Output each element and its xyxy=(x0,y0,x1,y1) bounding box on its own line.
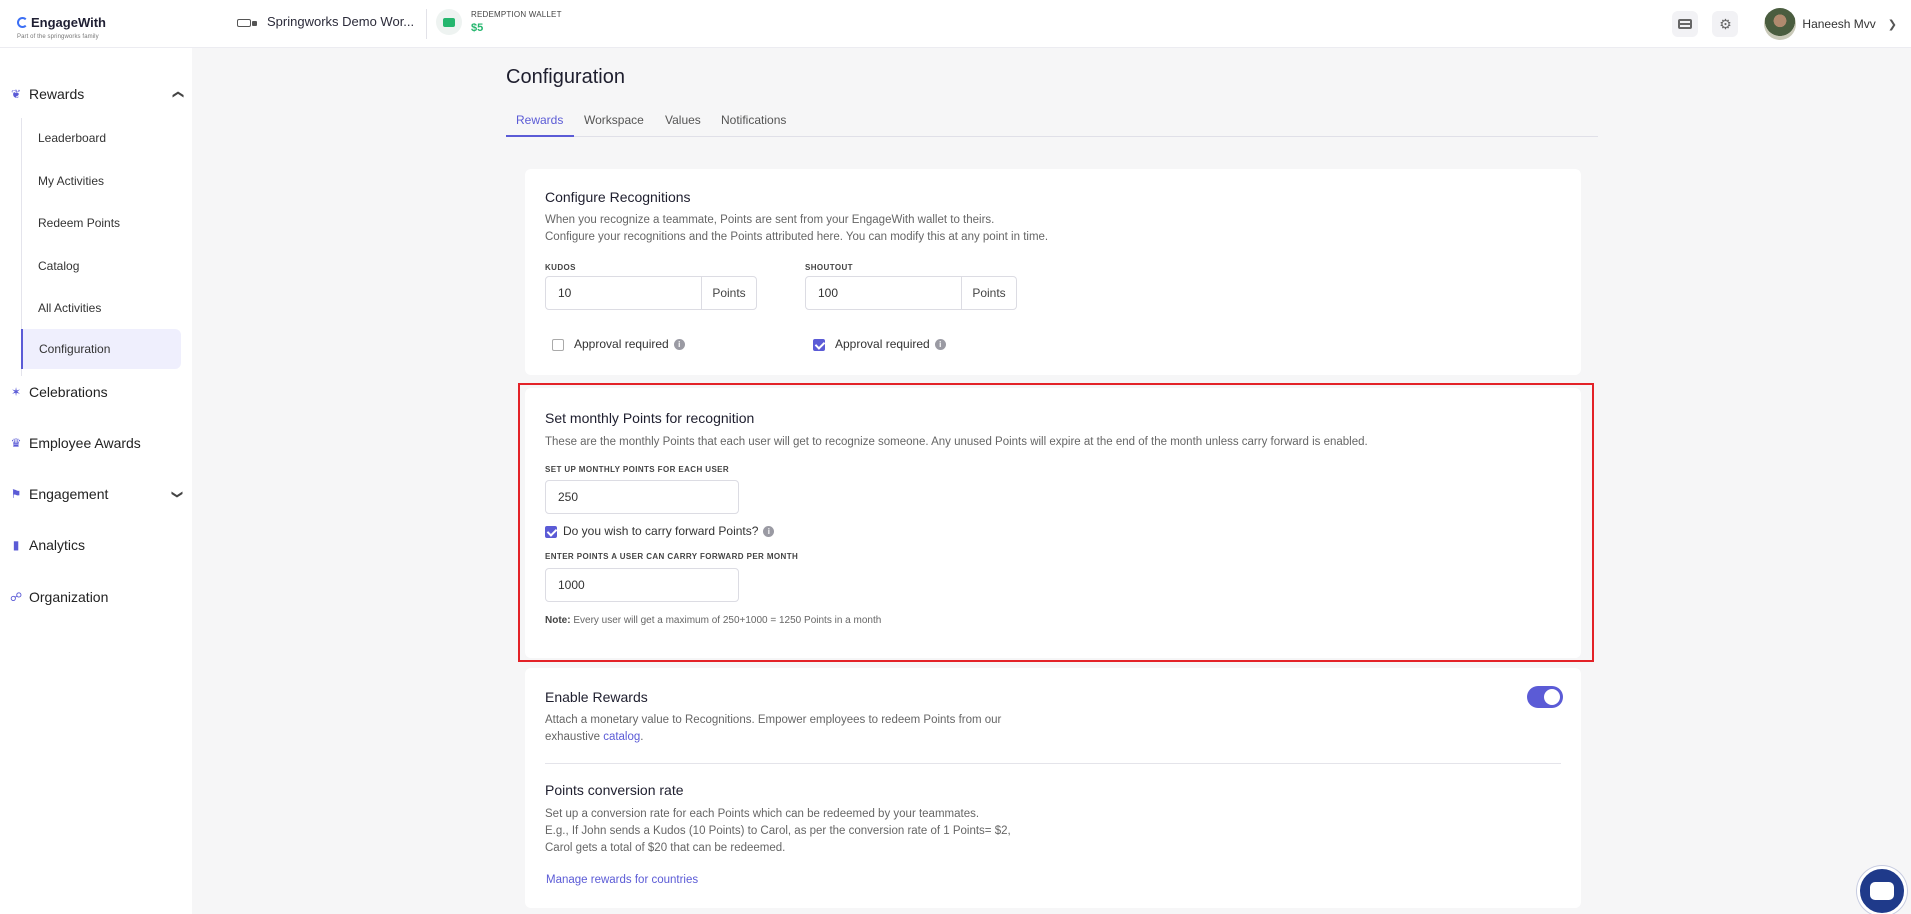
chat-support-button[interactable] xyxy=(1857,866,1907,914)
credit-card-icon xyxy=(1678,19,1693,29)
brand-tagline: Part of the springworks family xyxy=(17,34,99,40)
enable-rewards-card: Enable Rewards Attach a monetary value t… xyxy=(525,668,1581,908)
sidebar-item-catalog[interactable]: Catalog xyxy=(22,246,182,286)
shoutout-value: 100 xyxy=(818,286,839,300)
chevron-up-icon: ❯ xyxy=(171,89,184,99)
info-icon[interactable]: i xyxy=(934,338,946,350)
shoutout-label: SHOUTOUT xyxy=(805,263,853,272)
sidebar-item-celebrations[interactable]: ✶ Celebrations xyxy=(10,384,182,400)
recognitions-desc-1: When you recognize a teammate, Points ar… xyxy=(545,214,995,226)
info-icon[interactable]: i xyxy=(673,338,685,350)
manage-rewards-link[interactable]: Manage rewards for countries xyxy=(546,872,698,889)
sidebar-item-engagement[interactable]: ⚑ Engagement ❯ xyxy=(10,486,183,502)
wallet-icon xyxy=(436,9,462,35)
sidebar-item-my-activities[interactable]: My Activities xyxy=(22,161,182,201)
medal-icon: ❦ xyxy=(10,87,22,101)
billing-card-button[interactable] xyxy=(1672,11,1699,37)
sidebar-item-label: Rewards xyxy=(29,86,85,102)
engagement-icon: ⚑ xyxy=(10,487,22,501)
kudos-unit: Points xyxy=(701,277,756,309)
page-title: Configuration xyxy=(506,66,625,88)
sidebar-item-label: Employee Awards xyxy=(29,435,141,451)
enable-rewards-title: Enable Rewards xyxy=(545,689,648,705)
sidebar-item-rewards[interactable]: ❦ Rewards ❯ xyxy=(10,86,184,102)
logo-ring-icon xyxy=(17,17,28,28)
sidebar-item-label: Analytics xyxy=(29,537,86,553)
user-menu[interactable]: Haneesh Mvv ❯ xyxy=(1764,8,1897,40)
sidebar-item-configuration[interactable]: Configuration xyxy=(21,329,181,369)
avatar xyxy=(1764,8,1797,40)
kudos-label: KUDOS xyxy=(545,263,576,272)
sidebar-item-label: Organization xyxy=(29,589,109,605)
shoutout-points-input[interactable]: 100 Points xyxy=(805,276,1017,310)
recognitions-title: Configure Recognitions xyxy=(545,189,691,205)
redemption-wallet[interactable]: REDEMPTION WALLET $5 xyxy=(436,9,562,35)
enable-rewards-desc-1: Attach a monetary value to Recognitions.… xyxy=(545,714,1002,726)
configure-recognitions-card: Configure Recognitions When you recogniz… xyxy=(525,169,1581,375)
chevron-down-icon: ❯ xyxy=(170,489,183,499)
brand-logo[interactable]: EngageWith Part of the springworks famil… xyxy=(17,15,106,40)
tab-workspace[interactable]: Workspace xyxy=(584,113,644,137)
workspace-icon xyxy=(237,16,257,28)
tab-values[interactable]: Values xyxy=(665,113,701,137)
workspace-switcher[interactable]: Springworks Demo Wor... xyxy=(237,14,414,29)
shoutout-approval-label: Approval required i xyxy=(835,337,946,351)
wallet-label: REDEMPTION WALLET xyxy=(471,10,562,19)
bar-chart-icon: ▮ xyxy=(12,538,20,552)
confetti-icon: ✶ xyxy=(10,385,22,399)
highlight-box xyxy=(518,383,1594,662)
shoutout-approval-checkbox[interactable] xyxy=(813,339,825,351)
settings-button[interactable]: ⚙ xyxy=(1712,11,1739,37)
enable-rewards-toggle[interactable] xyxy=(1527,686,1563,708)
tab-notifications[interactable]: Notifications xyxy=(721,113,786,137)
conversion-rate-title: Points conversion rate xyxy=(545,782,684,798)
conversion-desc-2: E.g., If John sends a Kudos (10 Points) … xyxy=(545,825,1011,837)
topbar-divider xyxy=(426,9,427,39)
conversion-desc-3: Carol gets a total of $20 that can be re… xyxy=(545,842,786,854)
kudos-approval-label: Approval required i xyxy=(574,337,685,351)
sidebar-item-employee-awards[interactable]: ♛ Employee Awards xyxy=(10,435,182,451)
catalog-link[interactable]: catalog xyxy=(603,731,640,743)
brand-name: EngageWith xyxy=(31,15,106,30)
topbar-actions: ⚙ Haneesh Mvv ❯ xyxy=(1672,8,1897,40)
sidebar-item-organization[interactable]: ☍ Organization xyxy=(10,589,182,605)
wallet-amount: $5 xyxy=(471,22,484,34)
kudos-points-input[interactable]: 10 Points xyxy=(545,276,757,310)
chevron-down-icon: ❯ xyxy=(1887,18,1897,31)
kudos-approval-checkbox[interactable] xyxy=(552,339,564,351)
shoutout-unit: Points xyxy=(961,277,1016,309)
sidebar-item-label: Engagement xyxy=(29,486,109,502)
chat-bubble-icon xyxy=(1870,882,1894,900)
sidebar: ❦ Rewards ❯ Leaderboard My Activities Re… xyxy=(0,48,192,914)
rewards-subnav: Leaderboard My Activities Redeem Points … xyxy=(21,118,183,376)
sidebar-item-analytics[interactable]: ▮ Analytics xyxy=(10,537,182,553)
recognitions-desc-2: Configure your recognitions and the Poin… xyxy=(545,231,1049,243)
kudos-value: 10 xyxy=(558,286,572,300)
enable-rewards-desc-2: exhaustive catalog. xyxy=(545,731,644,743)
config-tabs: Rewards Workspace Values Notifications xyxy=(506,113,1598,137)
sidebar-item-label: Celebrations xyxy=(29,384,108,400)
gear-icon: ⚙ xyxy=(1719,15,1732,32)
user-name: Haneesh Mvv xyxy=(1802,17,1876,31)
people-icon: ☍ xyxy=(10,590,23,604)
workspace-name: Springworks Demo Wor... xyxy=(267,14,415,29)
sidebar-item-redeem-points[interactable]: Redeem Points xyxy=(22,203,182,243)
section-divider xyxy=(545,763,1561,764)
sidebar-item-leaderboard[interactable]: Leaderboard xyxy=(22,118,182,158)
trophy-icon: ♛ xyxy=(10,436,22,450)
sidebar-item-all-activities[interactable]: All Activities xyxy=(22,288,182,328)
conversion-desc-1: Set up a conversion rate for each Points… xyxy=(545,808,980,820)
tab-rewards[interactable]: Rewards xyxy=(506,113,574,137)
top-bar: EngageWith Part of the springworks famil… xyxy=(0,0,1911,48)
